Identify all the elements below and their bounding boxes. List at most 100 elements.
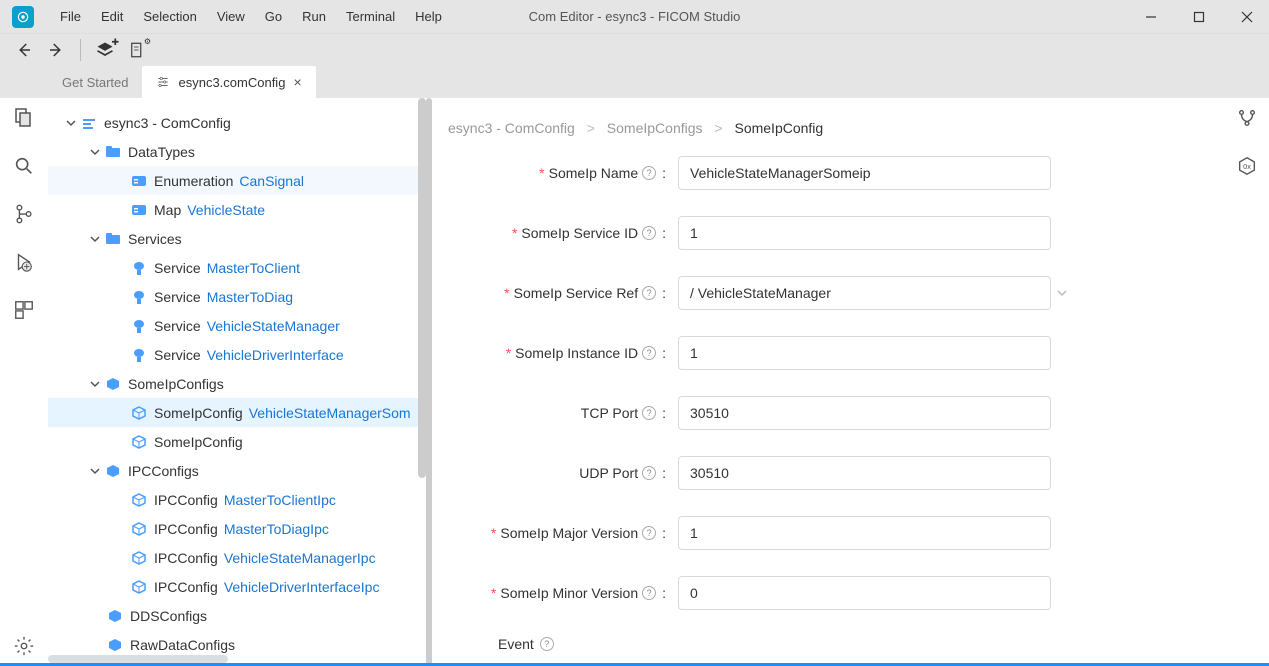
- minor-version-input[interactable]: 0: [678, 576, 1051, 610]
- major-version-input[interactable]: 1: [678, 516, 1051, 550]
- tree-item-ipcconfig[interactable]: IPCConfig MasterToDiagIpc: [48, 514, 426, 543]
- settings-gear-icon[interactable]: [10, 638, 38, 666]
- tcp-port-input[interactable]: 30510: [678, 396, 1051, 430]
- document-tool-icon[interactable]: ⚙: [125, 38, 149, 62]
- help-icon[interactable]: ?: [642, 226, 656, 240]
- tree-item-someipconfig[interactable]: SomeIpConfig: [48, 427, 426, 456]
- tree-type: IPCConfig: [154, 521, 218, 537]
- tree-label: RawDataConfigs: [130, 637, 235, 653]
- menu-go[interactable]: Go: [257, 5, 290, 28]
- splitter[interactable]: [426, 98, 432, 666]
- tree-type: Map: [154, 202, 181, 218]
- tree-item-ipcconfig[interactable]: IPCConfig MasterToClientIpc: [48, 485, 426, 514]
- service-icon: [130, 346, 148, 364]
- close-icon[interactable]: ×: [293, 74, 301, 90]
- explorer-icon[interactable]: [10, 104, 38, 132]
- folder-icon: [104, 143, 122, 161]
- tree-link[interactable]: MasterToClientIpc: [224, 492, 336, 508]
- tabbar: Get Started esync3.comConfig ×: [0, 66, 1269, 98]
- help-icon[interactable]: ?: [642, 466, 656, 480]
- body: esync3 - ComConfig DataTypes Enumeration…: [48, 98, 1225, 666]
- hex-icon[interactable]: 0x: [1233, 152, 1261, 180]
- tree-link[interactable]: VehicleStateManager: [207, 318, 340, 334]
- menu-selection[interactable]: Selection: [135, 5, 204, 28]
- branch-icon[interactable]: [1233, 104, 1261, 132]
- breadcrumb-item[interactable]: SomeIpConfigs: [607, 120, 703, 136]
- service-ref-select[interactable]: / VehicleStateManager: [678, 276, 1051, 310]
- help-icon[interactable]: ?: [642, 346, 656, 360]
- instance-id-input[interactable]: 1: [678, 336, 1051, 370]
- menu-view[interactable]: View: [209, 5, 253, 28]
- service-id-input[interactable]: 1: [678, 216, 1051, 250]
- back-button[interactable]: [12, 38, 36, 62]
- extensions-icon[interactable]: [10, 296, 38, 324]
- tree-someipconfigs[interactable]: SomeIpConfigs: [48, 369, 426, 398]
- debug-icon[interactable]: [10, 248, 38, 276]
- tree-services[interactable]: Services: [48, 224, 426, 253]
- cube-icon: [130, 578, 148, 596]
- tab-esync3-comconfig[interactable]: esync3.comConfig ×: [142, 66, 315, 98]
- udp-port-input[interactable]: 30510: [678, 456, 1051, 490]
- box-icon: [104, 462, 122, 480]
- service-icon: [130, 317, 148, 335]
- tree-link[interactable]: CanSignal: [239, 173, 304, 189]
- tree-link[interactable]: VehicleDriverInterfaceIpc: [224, 579, 380, 595]
- tree-link[interactable]: MasterToClient: [207, 260, 300, 276]
- tree-ddsconfigs[interactable]: DDSConfigs: [48, 601, 426, 630]
- field-minor-version: *SomeIp Minor Version?: 0: [448, 576, 1195, 610]
- menu-file[interactable]: File: [52, 5, 89, 28]
- tree-item-someipconfig-selected[interactable]: SomeIpConfig VehicleStateManagerSom: [48, 398, 426, 427]
- tree-item-ipcconfig[interactable]: IPCConfig VehicleStateManagerIpc: [48, 543, 426, 572]
- tree-ipcconfigs[interactable]: IPCConfigs: [48, 456, 426, 485]
- menu-terminal[interactable]: Terminal: [338, 5, 403, 28]
- tree-datatypes[interactable]: DataTypes: [48, 137, 426, 166]
- close-button[interactable]: [1237, 7, 1257, 27]
- tree-type: Enumeration: [154, 173, 233, 189]
- cube-icon: [130, 404, 148, 422]
- source-control-icon[interactable]: [10, 200, 38, 228]
- tree-item-service[interactable]: Service MasterToDiag: [48, 282, 426, 311]
- help-icon[interactable]: ?: [642, 406, 656, 420]
- vscrollbar[interactable]: [418, 98, 426, 478]
- section-event: Event ?: [498, 636, 1195, 652]
- forward-button[interactable]: [44, 38, 68, 62]
- stack-tool-icon[interactable]: ✚: [93, 38, 117, 62]
- menu-run[interactable]: Run: [294, 5, 334, 28]
- search-icon[interactable]: [10, 152, 38, 180]
- chevron-down-icon: [86, 379, 104, 389]
- activity-bar-right: 0x: [1225, 98, 1269, 666]
- tree-item-service[interactable]: Service VehicleDriverInterface: [48, 340, 426, 369]
- enum-icon: [130, 172, 148, 190]
- help-icon[interactable]: ?: [642, 166, 656, 180]
- menu-edit[interactable]: Edit: [93, 5, 131, 28]
- tree-item-service[interactable]: Service MasterToClient: [48, 253, 426, 282]
- tree-item-map[interactable]: Map VehicleState: [48, 195, 426, 224]
- cube-icon: [130, 549, 148, 567]
- tree-link[interactable]: VehicleState: [187, 202, 265, 218]
- tree-link[interactable]: VehicleStateManagerSom: [249, 405, 411, 421]
- tree-link[interactable]: VehicleStateManagerIpc: [224, 550, 376, 566]
- hscrollbar[interactable]: [48, 655, 228, 663]
- help-icon[interactable]: ?: [642, 286, 656, 300]
- help-icon[interactable]: ?: [642, 526, 656, 540]
- someip-name-input[interactable]: VehicleStateManagerSomeip: [678, 156, 1051, 190]
- tree-item-enumeration[interactable]: Enumeration CanSignal: [48, 166, 426, 195]
- menu-help[interactable]: Help: [407, 5, 450, 28]
- tree-link[interactable]: MasterToDiag: [207, 289, 293, 305]
- tree-label: esync3 - ComConfig: [104, 115, 231, 131]
- tree-item-ipcconfig[interactable]: IPCConfig VehicleDriverInterfaceIpc: [48, 572, 426, 601]
- field-udp-port: UDP Port?: 30510: [448, 456, 1195, 490]
- tree-root[interactable]: esync3 - ComConfig: [48, 108, 426, 137]
- cube-icon: [130, 433, 148, 451]
- tree-item-service[interactable]: Service VehicleStateManager: [48, 311, 426, 340]
- tree-link[interactable]: VehicleDriverInterface: [207, 347, 344, 363]
- tab-get-started[interactable]: Get Started: [48, 66, 142, 98]
- minimize-button[interactable]: [1141, 7, 1161, 27]
- map-icon: [130, 201, 148, 219]
- tree-link[interactable]: MasterToDiagIpc: [224, 521, 329, 537]
- maximize-button[interactable]: [1189, 7, 1209, 27]
- breadcrumb-item[interactable]: esync3 - ComConfig: [448, 120, 575, 136]
- help-icon[interactable]: ?: [540, 637, 554, 651]
- tree-type: IPCConfig: [154, 492, 218, 508]
- help-icon[interactable]: ?: [642, 586, 656, 600]
